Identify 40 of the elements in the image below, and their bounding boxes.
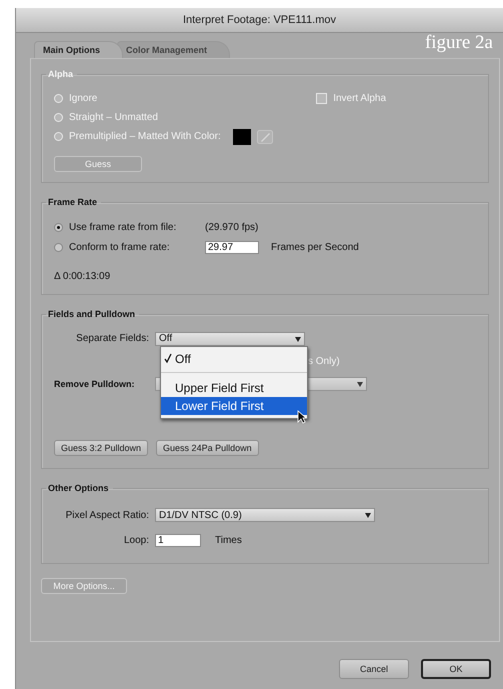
- option-note: s Only): [308, 356, 340, 366]
- radio-label: Ignore: [69, 93, 98, 104]
- duration-text: Δ 0:00:13:09: [54, 271, 112, 282]
- field-label: Separate Fields:: [75, 333, 149, 344]
- group-title: Alpha: [47, 69, 74, 79]
- tab[interactable]: Main Options: [34, 41, 123, 58]
- radio-label: Use frame rate from file:: [69, 222, 178, 232]
- guess-button[interactable]: Guess 3:2 Pulldown: [54, 440, 148, 456]
- cursor-icon: [297, 410, 307, 424]
- dialog-button[interactable]: Cancel: [339, 659, 409, 679]
- radio-button[interactable]: [54, 242, 63, 252]
- frame-rate-value: (29.970 fps): [205, 222, 258, 232]
- field-label: Loop:: [122, 534, 149, 546]
- tab[interactable]: Color Management: [117, 41, 230, 58]
- loop-field[interactable]: 1: [155, 534, 201, 546]
- menu-item[interactable]: Upper Field First: [161, 379, 307, 397]
- pixel-aspect-dropdown[interactable]: D1/DV NTSC (0.9): [155, 508, 375, 522]
- radio-button[interactable]: [54, 222, 63, 232]
- group-title: Fields and Pulldown: [47, 309, 136, 319]
- dialog-button[interactable]: OK: [421, 659, 491, 679]
- checkbox-label: Invert Alpha: [333, 93, 386, 104]
- group-title: Frame Rate: [47, 197, 98, 207]
- unit-label: Frames per Second: [271, 242, 359, 252]
- field-label: Pixel Aspect Ratio:: [64, 510, 149, 520]
- radio-label: Conform to frame rate:: [69, 242, 171, 252]
- checkmark-icon: [164, 352, 172, 364]
- menu-item[interactable]: Lower Field First: [161, 397, 307, 415]
- unit-label: Times: [215, 534, 242, 546]
- frame-rate-field[interactable]: 29.97: [205, 240, 259, 254]
- field-label: Remove Pulldown:: [54, 379, 136, 389]
- window-title: Interpret Footage: VPE111.mov: [16, 8, 503, 33]
- radio-label: Premultiplied – Matted With Color:: [69, 131, 221, 142]
- radio-label: Straight – Unmatted: [69, 112, 158, 123]
- color-swatch[interactable]: [232, 128, 251, 144]
- group-title: Other Options: [47, 483, 110, 493]
- guess-button[interactable]: Guess 24Pa Pulldown: [156, 440, 259, 456]
- eyedropper-icon[interactable]: [256, 130, 273, 144]
- menu-item[interactable]: Off: [161, 350, 307, 368]
- figure-label: figure 2a: [424, 32, 493, 54]
- separate-fields-dropdown[interactable]: Off: [155, 332, 305, 346]
